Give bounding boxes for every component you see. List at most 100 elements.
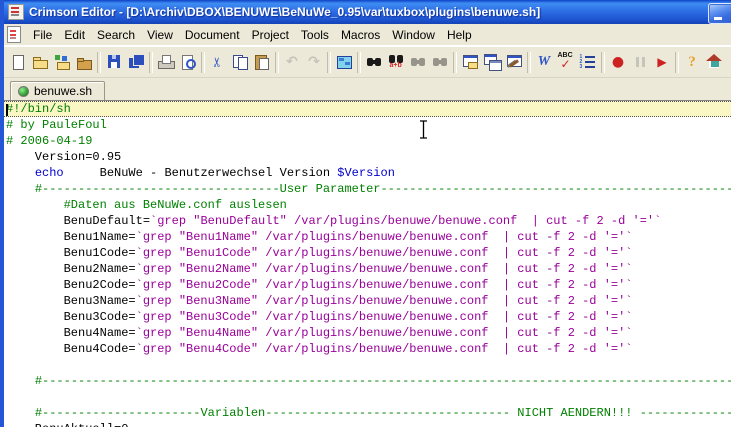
copy-window-button[interactable]	[481, 51, 503, 73]
mouse-ibeam-cursor	[417, 119, 430, 140]
new-document-button[interactable]	[7, 51, 29, 73]
code-line-19[interactable]	[4, 389, 731, 405]
open-workspace-icon	[54, 54, 71, 70]
toolbar-separator	[357, 52, 361, 73]
copy-button[interactable]	[229, 51, 251, 73]
replace-button[interactable]	[385, 51, 407, 73]
cut-icon: ✂	[210, 54, 226, 71]
spell-check-icon	[558, 54, 575, 70]
code-line-14[interactable]: Benu3Code=`grep "Benu3Code" /var/plugins…	[4, 309, 731, 325]
toolbar: ✂ ↶ ↷ W ● ▶?	[4, 46, 731, 78]
file-status-led-icon	[18, 86, 29, 97]
menu-items: FileEditSearchViewDocumentProjectToolsMa…	[27, 27, 478, 43]
toolbar-separator	[149, 52, 153, 73]
close-file-button[interactable]	[73, 51, 95, 73]
text-caret	[6, 104, 8, 116]
save-icon	[106, 54, 123, 70]
code-line-9[interactable]: Benu1Name=`grep "Benu1Name" /var/plugins…	[4, 229, 731, 245]
code-line-20[interactable]: #----------------------Variablen--------…	[4, 405, 731, 421]
paste-icon	[254, 54, 271, 70]
document-icon[interactable]	[7, 26, 21, 43]
file-window-button[interactable]	[459, 51, 481, 73]
save-all-icon	[128, 54, 145, 70]
code-line-2[interactable]: # by PauleFoul	[4, 117, 731, 133]
crimson-editor-window: Crimson Editor - [D:\Archiv\DBOX\BENUWE\…	[0, 0, 731, 427]
menu-macros[interactable]: Macros	[335, 27, 386, 43]
new-document-icon	[10, 54, 27, 70]
toolbar-separator	[327, 52, 331, 73]
word-wrap-button[interactable]: W	[533, 51, 555, 73]
code-line-18[interactable]: #---------------------------------------…	[4, 373, 731, 389]
print-button[interactable]	[155, 51, 177, 73]
toolbar-separator	[97, 52, 101, 73]
code-line-1[interactable]: #!/bin/sh	[4, 101, 731, 117]
code-area[interactable]: #!/bin/sh# by PauleFoul# 2006-04-19 Vers…	[4, 101, 731, 427]
code-line-12[interactable]: Benu2Code=`grep "Benu2Code" /var/plugins…	[4, 277, 731, 293]
menu-search[interactable]: Search	[91, 27, 141, 43]
save-button[interactable]	[103, 51, 125, 73]
word-wrap-icon: W	[536, 54, 553, 70]
menu-project[interactable]: Project	[246, 27, 295, 43]
toolbar-separator	[453, 52, 457, 73]
menu-document[interactable]: Document	[179, 27, 246, 43]
line-numbers-button[interactable]	[577, 51, 599, 73]
spell-check-button[interactable]	[555, 51, 577, 73]
code-line-6[interactable]: #---------------------------------User P…	[4, 181, 731, 197]
code-line-17[interactable]	[4, 357, 731, 373]
code-line-21[interactable]: BenuAktuell=0	[4, 421, 731, 427]
print-preview-button[interactable]	[177, 51, 199, 73]
tab-label: benuwe.sh	[34, 84, 92, 98]
menu-window[interactable]: Window	[386, 27, 441, 43]
print-preview-icon	[180, 54, 197, 70]
minimize-button[interactable]	[708, 3, 731, 24]
titlebar[interactable]: Crimson Editor - [D:\Archiv\DBOX\BENUWE\…	[4, 0, 731, 24]
record-macro-button[interactable]: ●	[607, 51, 629, 73]
code-line-16[interactable]: Benu4Code=`grep "Benu4Code" /var/plugins…	[4, 341, 731, 357]
grid-button[interactable]	[333, 51, 355, 73]
pause-macro-button	[629, 51, 651, 73]
code-line-4[interactable]: Version=0.95	[4, 149, 731, 165]
find-previous-button	[429, 51, 451, 73]
cut-button[interactable]: ✂	[207, 51, 229, 73]
menu-file[interactable]: File	[27, 27, 58, 43]
redo-icon: ↷	[306, 54, 323, 70]
close-file-icon	[76, 54, 93, 70]
menu-tools[interactable]: Tools	[295, 27, 335, 43]
home-button[interactable]	[703, 51, 725, 73]
pause-macro-icon	[632, 54, 649, 70]
open-workspace-button[interactable]	[51, 51, 73, 73]
code-line-8[interactable]: BenuDefault=`grep "BenuDefault" /var/plu…	[4, 213, 731, 229]
menu-view[interactable]: View	[141, 27, 179, 43]
code-line-7[interactable]: #Daten aus BeNuWe.conf auslesen	[4, 197, 731, 213]
open-file-icon	[32, 54, 49, 70]
toolbar-separator	[601, 52, 605, 73]
find-next-button	[407, 51, 429, 73]
build-tools-button[interactable]	[503, 51, 525, 73]
tab-benuwe-sh[interactable]: benuwe.sh	[10, 81, 105, 100]
undo-icon: ↶	[284, 54, 301, 70]
find-button[interactable]	[363, 51, 385, 73]
code-line-5[interactable]: echo BeNuWe - Benutzerwechsel Version $V…	[4, 165, 731, 181]
code-line-11[interactable]: Benu2Name=`grep "Benu2Name" /var/plugins…	[4, 261, 731, 277]
home-icon	[706, 54, 723, 70]
find-icon	[366, 54, 383, 70]
code-editor[interactable]: #!/bin/sh# by PauleFoul# 2006-04-19 Vers…	[4, 100, 731, 427]
grid-icon	[336, 54, 353, 70]
help-button[interactable]: ?	[681, 51, 703, 73]
replace-icon	[388, 54, 405, 70]
line-numbers-icon	[580, 54, 597, 70]
save-all-button[interactable]	[125, 51, 147, 73]
copy-window-icon	[484, 54, 501, 70]
code-line-15[interactable]: Benu4Name=`grep "Benu4Name" /var/plugins…	[4, 325, 731, 341]
paste-button[interactable]	[251, 51, 273, 73]
play-macro-button[interactable]: ▶	[651, 51, 673, 73]
code-line-13[interactable]: Benu3Name=`grep "Benu3Name" /var/plugins…	[4, 293, 731, 309]
record-macro-icon: ●	[610, 54, 627, 70]
undo-button: ↶	[281, 51, 303, 73]
code-line-10[interactable]: Benu1Code=`grep "Benu1Code" /var/plugins…	[4, 245, 731, 261]
menu-help[interactable]: Help	[441, 27, 478, 43]
code-line-3[interactable]: # 2006-04-19	[4, 133, 731, 149]
redo-button: ↷	[303, 51, 325, 73]
open-file-button[interactable]	[29, 51, 51, 73]
menu-edit[interactable]: Edit	[58, 27, 91, 43]
